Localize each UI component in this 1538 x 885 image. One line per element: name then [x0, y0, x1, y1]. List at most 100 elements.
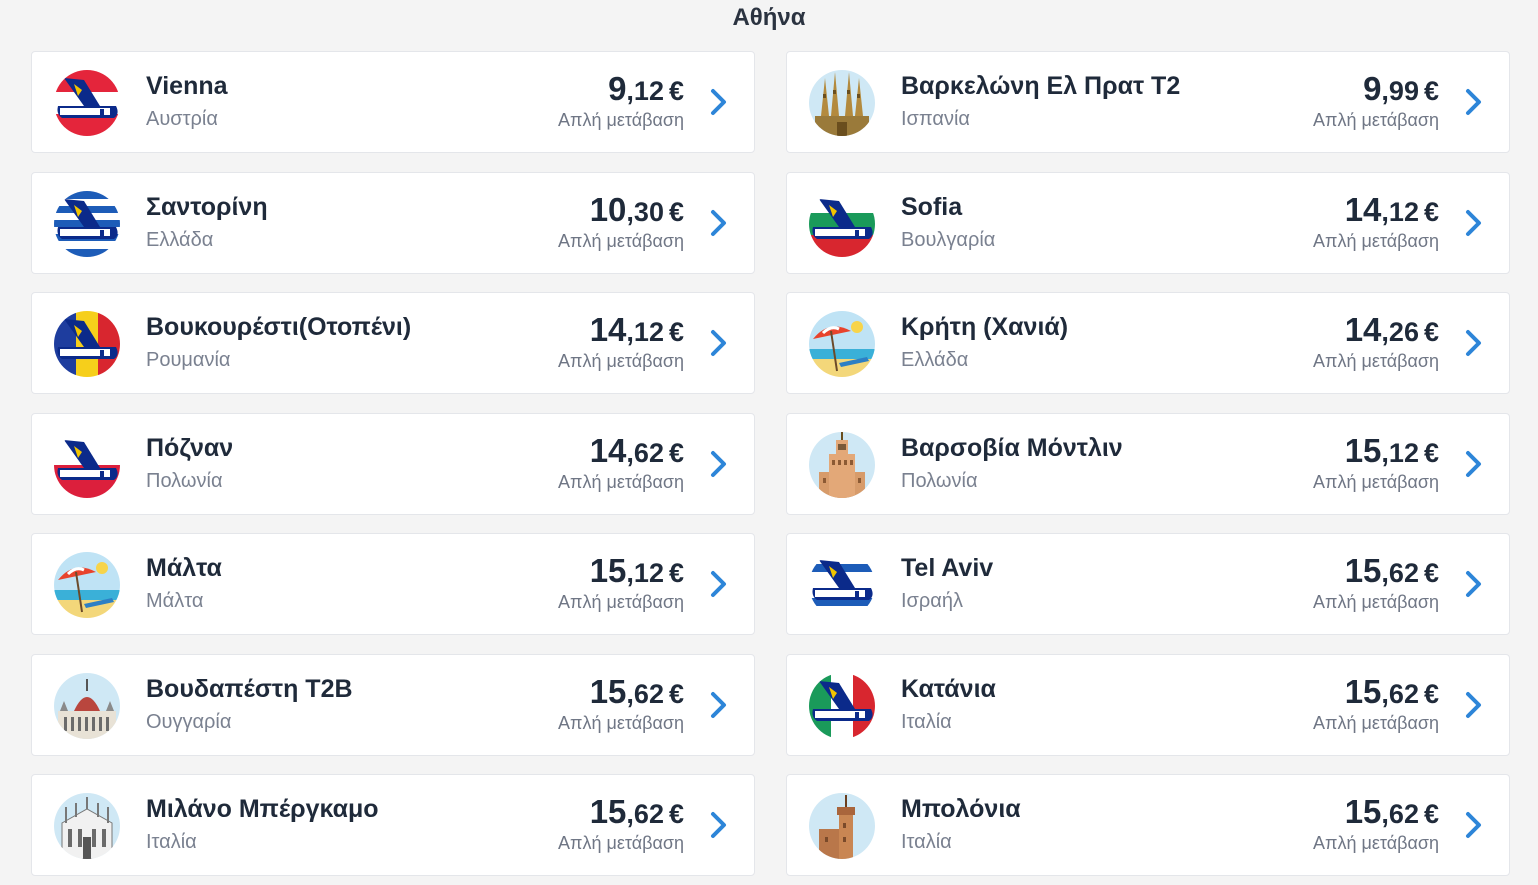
- destination-city: Μάλτα: [146, 554, 222, 582]
- destination-country: Αυστρία: [146, 108, 218, 130]
- price-type: Απλή μετάβαση: [1313, 110, 1439, 130]
- price-type: Απλή μετάβαση: [1313, 231, 1439, 251]
- price-currency: €: [668, 76, 684, 106]
- destination-card[interactable]: Κατάνια Ιταλία 15,62 € Απλή μετάβαση: [786, 654, 1510, 756]
- destination-card[interactable]: Μπολόνια Ιταλία 15,62 € Απλή μετάβαση: [786, 774, 1510, 876]
- destination-card[interactable]: Sofia Βουλγαρία 14,12 € Απλή μετάβαση: [786, 172, 1510, 274]
- chevron-right-icon[interactable]: [1463, 690, 1485, 720]
- destination-country: Ιταλία: [146, 831, 197, 853]
- destination-card[interactable]: Βουκουρέστι(Οτοπένι) Ρουμανία 14,12 € Απλή μ…: [31, 292, 755, 394]
- chevron-right-icon[interactable]: [1463, 87, 1485, 117]
- price: 15,12 €: [590, 552, 684, 590]
- price-type: Απλή μετάβαση: [1313, 713, 1439, 733]
- destination-country: Ιταλία: [901, 831, 952, 853]
- destination-card[interactable]: Βαρσοβία Μόντλιν Πολωνία 15,12 € Απλή μετάβα…: [786, 413, 1510, 515]
- price-type: Απλή μετάβαση: [1313, 472, 1439, 492]
- destination-card[interactable]: Πόζναν Πολωνία 14,62 € Απλή μετάβαση: [31, 413, 755, 515]
- price: 15,62 €: [590, 793, 684, 831]
- price-currency: €: [668, 197, 684, 227]
- price-decimal: ,26: [1381, 317, 1419, 347]
- price-type: Απλή μετάβαση: [558, 592, 684, 612]
- chevron-right-icon[interactable]: [708, 449, 730, 479]
- destination-city: Βαρκελώνη Ελ Πρατ T2: [901, 72, 1181, 100]
- price-decimal: ,62: [626, 799, 664, 829]
- chevron-right-icon[interactable]: [708, 328, 730, 358]
- price-decimal: ,99: [1381, 76, 1419, 106]
- price-type: Απλή μετάβαση: [558, 713, 684, 733]
- chevron-right-icon[interactable]: [708, 208, 730, 238]
- price-currency: €: [1423, 679, 1439, 709]
- destination-city: Tel Aviv: [901, 554, 994, 582]
- price: 14,12 €: [1345, 191, 1439, 229]
- price: 15,62 €: [590, 673, 684, 711]
- price: 15,62 €: [1345, 552, 1439, 590]
- destination-country: Ελλάδα: [146, 229, 214, 251]
- price-type: Απλή μετάβαση: [558, 231, 684, 251]
- price: 9,12 €: [608, 70, 684, 108]
- price-decimal: ,62: [626, 679, 664, 709]
- price-type: Απλή μετάβαση: [558, 472, 684, 492]
- chevron-right-icon[interactable]: [708, 569, 730, 599]
- price-currency: €: [668, 558, 684, 588]
- bologna-tower-icon: [809, 793, 875, 859]
- destination-country: Πολωνία: [146, 470, 223, 492]
- price-integer: 14: [589, 432, 627, 469]
- destination-card[interactable]: Vienna Αυστρία 9,12 € Απλή μετάβαση: [31, 51, 755, 153]
- price-type: Απλή μετάβαση: [1313, 592, 1439, 612]
- price-decimal: ,12: [626, 317, 664, 347]
- price-type: Απλή μετάβαση: [558, 110, 684, 130]
- price-integer: 15: [1344, 673, 1382, 710]
- price-decimal: ,62: [626, 438, 664, 468]
- destination-card[interactable]: Βουδαπέστη T2B Ουγγαρία 15,62 € Απλή μετάβασ…: [31, 654, 755, 756]
- price: 15,12 €: [1345, 432, 1439, 470]
- beach-umbrella-icon: [809, 311, 875, 377]
- price-currency: €: [1423, 799, 1439, 829]
- chevron-right-icon[interactable]: [708, 690, 730, 720]
- destination-country: Ρουμανία: [146, 349, 231, 371]
- price-decimal: ,62: [1381, 679, 1419, 709]
- destination-card[interactable]: Βαρκελώνη Ελ Πρατ T2 Ισπανία 9,99 € Απλή μετ…: [786, 51, 1510, 153]
- ryanair-bulgaria-icon: [809, 191, 875, 257]
- price-integer: 10: [589, 191, 627, 228]
- price-type: Απλή μετάβαση: [1313, 351, 1439, 371]
- destination-country: Πολωνία: [901, 470, 978, 492]
- chevron-right-icon[interactable]: [1463, 328, 1485, 358]
- destination-card[interactable]: Κρήτη (Χανιά) Ελλάδα 14,26 € Απλή μετάβαση: [786, 292, 1510, 394]
- price-type: Απλή μετάβαση: [558, 833, 684, 853]
- price-decimal: ,62: [1381, 558, 1419, 588]
- ryanair-austria-icon: [54, 70, 120, 136]
- price-decimal: ,12: [626, 76, 664, 106]
- price-decimal: ,62: [1381, 799, 1419, 829]
- ryanair-romania-icon: [54, 311, 120, 377]
- destination-city: Κατάνια: [901, 675, 996, 703]
- destination-country: Ελλάδα: [901, 349, 969, 371]
- palace-of-culture-icon: [809, 432, 875, 498]
- price-currency: €: [1423, 317, 1439, 347]
- ryanair-israel-icon: [809, 552, 875, 618]
- destination-card[interactable]: Tel Aviv Ισραήλ 15,62 € Απλή μετάβαση: [786, 533, 1510, 635]
- chevron-right-icon[interactable]: [708, 810, 730, 840]
- price-decimal: ,30: [626, 197, 664, 227]
- price: 14,12 €: [590, 311, 684, 349]
- price: 14,26 €: [1345, 311, 1439, 349]
- price-decimal: ,12: [1381, 197, 1419, 227]
- destination-country: Βουλγαρία: [901, 229, 996, 251]
- price-currency: €: [668, 679, 684, 709]
- price-integer: 15: [589, 673, 627, 710]
- destination-card[interactable]: Σαντορίνη Ελλάδα 10,30 € Απλή μετάβαση: [31, 172, 755, 274]
- chevron-right-icon[interactable]: [708, 87, 730, 117]
- price-currency: €: [668, 438, 684, 468]
- destination-card[interactable]: Μιλάνο Μπέργκαμο Ιταλία 15,62 € Απλή μετάβασ…: [31, 774, 755, 876]
- price-type: Απλή μετάβαση: [558, 351, 684, 371]
- chevron-right-icon[interactable]: [1463, 569, 1485, 599]
- destination-country: Ουγγαρία: [146, 711, 232, 733]
- price: 10,30 €: [590, 191, 684, 229]
- chevron-right-icon[interactable]: [1463, 449, 1485, 479]
- chevron-right-icon[interactable]: [1463, 208, 1485, 238]
- price-integer: 14: [1344, 311, 1382, 348]
- destination-card[interactable]: Μάλτα Μάλτα 15,12 € Απλή μετάβαση: [31, 533, 755, 635]
- destination-city: Βαρσοβία Μόντλιν: [901, 434, 1123, 462]
- chevron-right-icon[interactable]: [1463, 810, 1485, 840]
- destination-city: Πόζναν: [146, 434, 234, 462]
- destination-country: Ισπανία: [901, 108, 970, 130]
